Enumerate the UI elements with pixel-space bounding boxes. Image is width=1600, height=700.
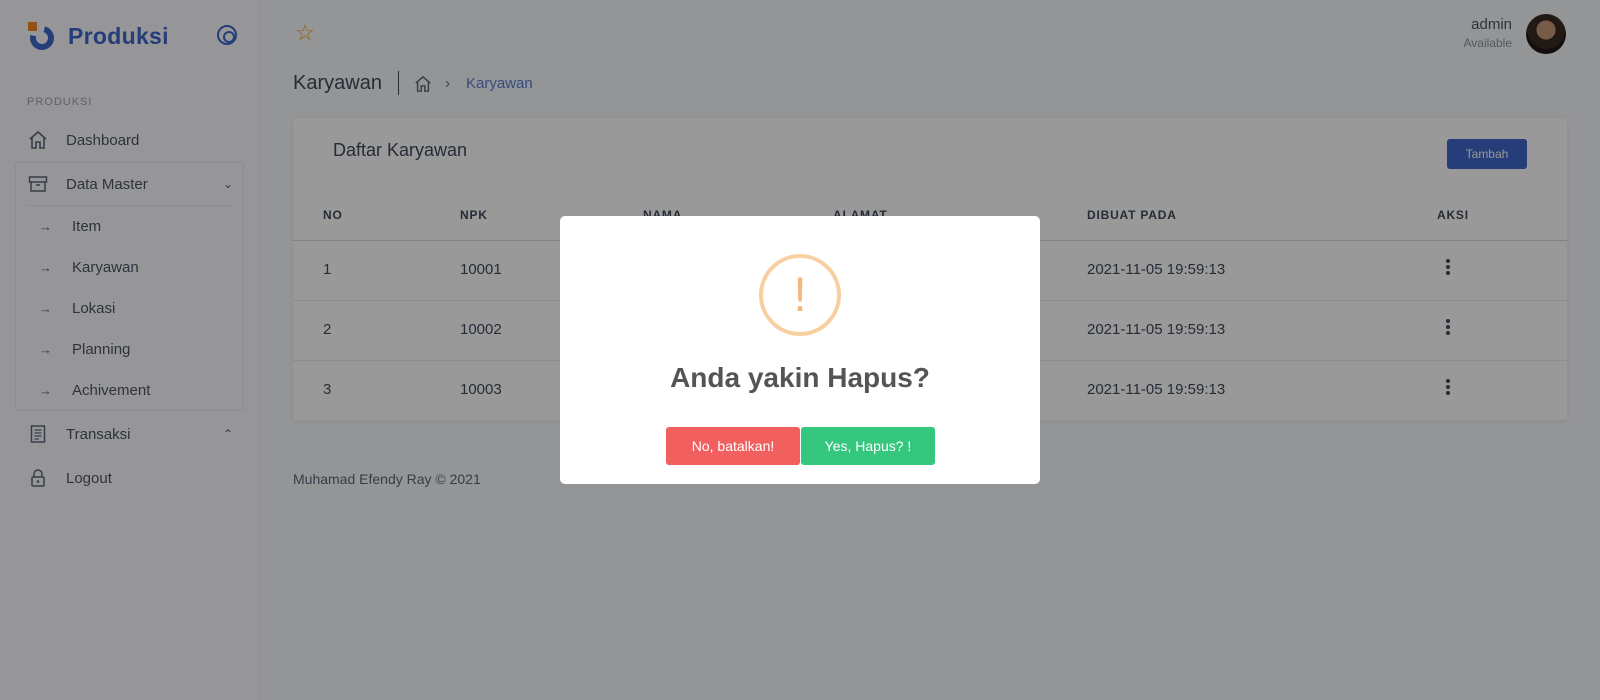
confirm-dialog: ! Anda yakin Hapus? No, batalkan! Yes, H… <box>560 216 1040 484</box>
confirm-delete-button[interactable]: Yes, Hapus? ! <box>801 427 935 465</box>
dialog-title: Anda yakin Hapus? <box>670 362 930 393</box>
cancel-button[interactable]: No, batalkan! <box>666 427 800 465</box>
warning-icon: ! <box>759 254 841 336</box>
